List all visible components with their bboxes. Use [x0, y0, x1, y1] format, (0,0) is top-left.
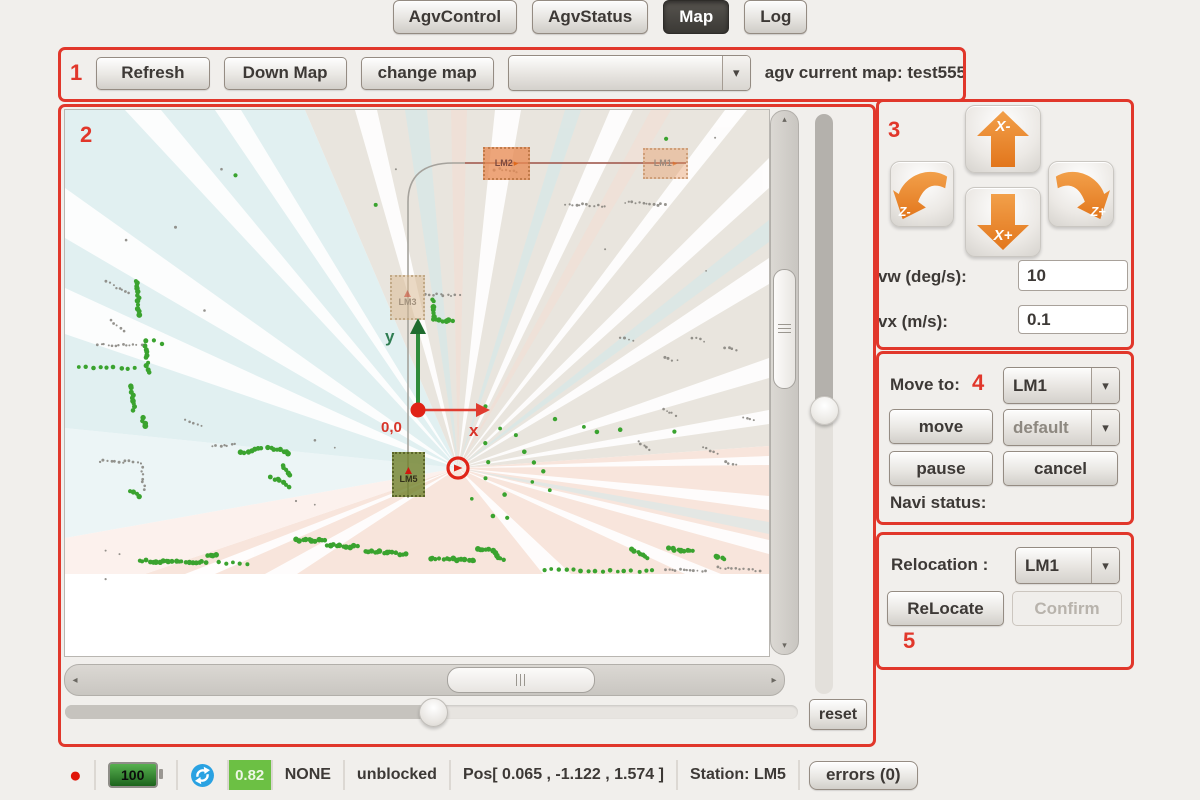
annotation-1: 1	[70, 60, 82, 86]
move-to-label: Move to:	[890, 375, 960, 395]
tab-agvcontrol[interactable]: AgvControl	[393, 0, 518, 34]
record-dot-icon: ●	[69, 765, 82, 786]
chevron-down-icon: ▾	[1091, 548, 1119, 583]
navi-status-label: Navi status:	[890, 493, 986, 513]
scroll-left-arrow-icon[interactable]: ◂	[65, 675, 85, 686]
thumb-grip	[778, 324, 791, 334]
vx-label: vx (m/s):	[878, 312, 948, 332]
map-vertical-scrollbar[interactable]: ▴ ▾	[770, 110, 799, 655]
curved-arrow-ccw-icon: Z-	[893, 165, 951, 223]
confidence-indicator: 0.82	[229, 760, 273, 790]
battery-icon: 100	[108, 762, 158, 788]
annotation-4: 4	[972, 370, 984, 396]
sync-indicator	[178, 760, 229, 790]
relocate-button[interactable]: ReLocate	[887, 591, 1004, 626]
tab-agvstatus[interactable]: AgvStatus	[532, 0, 648, 34]
vw-input[interactable]	[1018, 260, 1128, 291]
refresh-button[interactable]: Refresh	[96, 57, 209, 90]
relocation-panel: Relocation : LM1 ▾ ReLocate Confirm 5	[876, 532, 1134, 669]
station-label: LM5	[400, 475, 418, 485]
tab-map[interactable]: Map	[663, 0, 729, 34]
station-direction-arrow-icon: ▸	[514, 159, 519, 169]
move-button[interactable]: move	[889, 409, 993, 444]
move-panel: Move to: 4 LM1 ▾ move default ▾ pause ca…	[876, 351, 1134, 524]
chevron-down-icon: ▾	[1091, 410, 1119, 445]
battery-indicator: 100	[96, 760, 178, 790]
jog-panel: 3 X- X+ Z- Z+ vw (deg/s): vx (m/s):	[876, 99, 1134, 349]
position-status: Pos[ 0.065 , -1.122 , 1.574 ]	[451, 760, 678, 790]
scroll-down-arrow-icon[interactable]: ▾	[771, 640, 798, 651]
map-select[interactable]: ▾	[508, 55, 751, 91]
vertical-scrollbar-thumb[interactable]	[773, 269, 796, 389]
stations-layer: LM2▸LM1▸▲LM3▲LM5	[65, 110, 769, 656]
svg-text:Z+: Z+	[1090, 205, 1107, 219]
scroll-up-arrow-icon[interactable]: ▴	[771, 114, 798, 125]
jog-backward-button[interactable]: X+	[965, 187, 1041, 257]
zoom-slider-thumb[interactable]	[419, 698, 448, 727]
map-horizontal-scrollbar[interactable]: ◂ ▸	[64, 664, 785, 696]
current-map-label: agv current map: test555	[765, 63, 966, 83]
confirm-button[interactable]: Confirm	[1012, 591, 1122, 626]
station-status: Station: LM5	[678, 760, 800, 790]
station-lm5: ▲LM5	[392, 452, 425, 497]
thumb-grip	[516, 674, 526, 686]
record-indicator: ●	[57, 760, 96, 790]
move-profile-select[interactable]: default ▾	[1003, 409, 1120, 446]
map-select-value	[509, 56, 722, 90]
annotation-3: 3	[888, 117, 900, 143]
down-map-button[interactable]: Down Map	[224, 57, 347, 90]
relocation-select[interactable]: LM1 ▾	[1015, 547, 1120, 584]
chevron-down-icon: ▾	[722, 56, 750, 90]
tab-log[interactable]: Log	[744, 0, 807, 34]
svg-text:Z-: Z-	[898, 205, 911, 219]
up-arrow-icon: X-	[971, 109, 1035, 169]
vw-label: vw (deg/s):	[878, 267, 967, 287]
zoom-slider-fill	[65, 705, 433, 719]
horizontal-scrollbar-thumb[interactable]	[447, 667, 595, 693]
vertical-slider-thumb[interactable]	[810, 396, 839, 425]
jog-rotate-ccw-button[interactable]: Z-	[890, 161, 954, 227]
station-lm1: LM1▸	[643, 148, 688, 179]
confidence-value: 0.82	[229, 760, 271, 790]
station-direction-arrow-icon: ▸	[673, 159, 678, 169]
station-lm2: LM2▸	[483, 147, 530, 180]
jog-forward-button[interactable]: X-	[965, 105, 1041, 173]
vx-input[interactable]	[1018, 305, 1128, 334]
status-bar: ● 100 0.82 NONE unblocked Pos[ 0.065 , -…	[57, 757, 918, 793]
station-label: LM2	[495, 159, 513, 169]
change-map-button[interactable]: change map	[361, 57, 494, 90]
svg-text:X+: X+	[993, 227, 1013, 244]
chevron-down-icon: ▾	[1091, 368, 1119, 403]
errors-button[interactable]: errors (0)	[809, 761, 918, 790]
reset-button[interactable]: reset	[809, 699, 867, 730]
station-label: LM3	[399, 298, 417, 308]
move-target-select[interactable]: LM1 ▾	[1003, 367, 1120, 404]
move-target-value: LM1	[1004, 368, 1091, 403]
zoom-slider-track[interactable]	[65, 705, 798, 719]
scroll-right-arrow-icon[interactable]: ▸	[764, 675, 784, 686]
svg-text:X-: X-	[995, 118, 1011, 135]
mode-status: NONE	[273, 760, 345, 790]
map-canvas[interactable]: LM2▸LM1▸▲LM3▲LM5 y x 0,0	[64, 109, 770, 657]
map-region: 2	[58, 104, 876, 746]
pause-button[interactable]: pause	[889, 451, 993, 486]
annotation-5: 5	[903, 628, 915, 654]
vertical-slider-track-lower[interactable]	[815, 404, 833, 694]
curved-arrow-cw-icon: Z+	[1052, 165, 1110, 223]
tab-bar: AgvControl AgvStatus Map Log	[0, 0, 1200, 34]
blocked-status: unblocked	[345, 760, 451, 790]
relocation-value: LM1	[1016, 548, 1091, 583]
station-label: LM1	[654, 159, 672, 169]
map-toolbar: 1 Refresh Down Map change map ▾ agv curr…	[58, 47, 966, 99]
station-lm3: ▲LM3	[390, 275, 425, 320]
vertical-slider-track-upper[interactable]	[815, 114, 833, 412]
cancel-button[interactable]: cancel	[1003, 451, 1118, 486]
battery-level: 100	[121, 767, 144, 783]
down-arrow-icon: X+	[971, 192, 1035, 252]
sync-icon	[190, 763, 215, 788]
jog-rotate-cw-button[interactable]: Z+	[1048, 161, 1114, 227]
relocation-label: Relocation :	[891, 555, 988, 575]
move-profile-value: default	[1004, 410, 1091, 445]
